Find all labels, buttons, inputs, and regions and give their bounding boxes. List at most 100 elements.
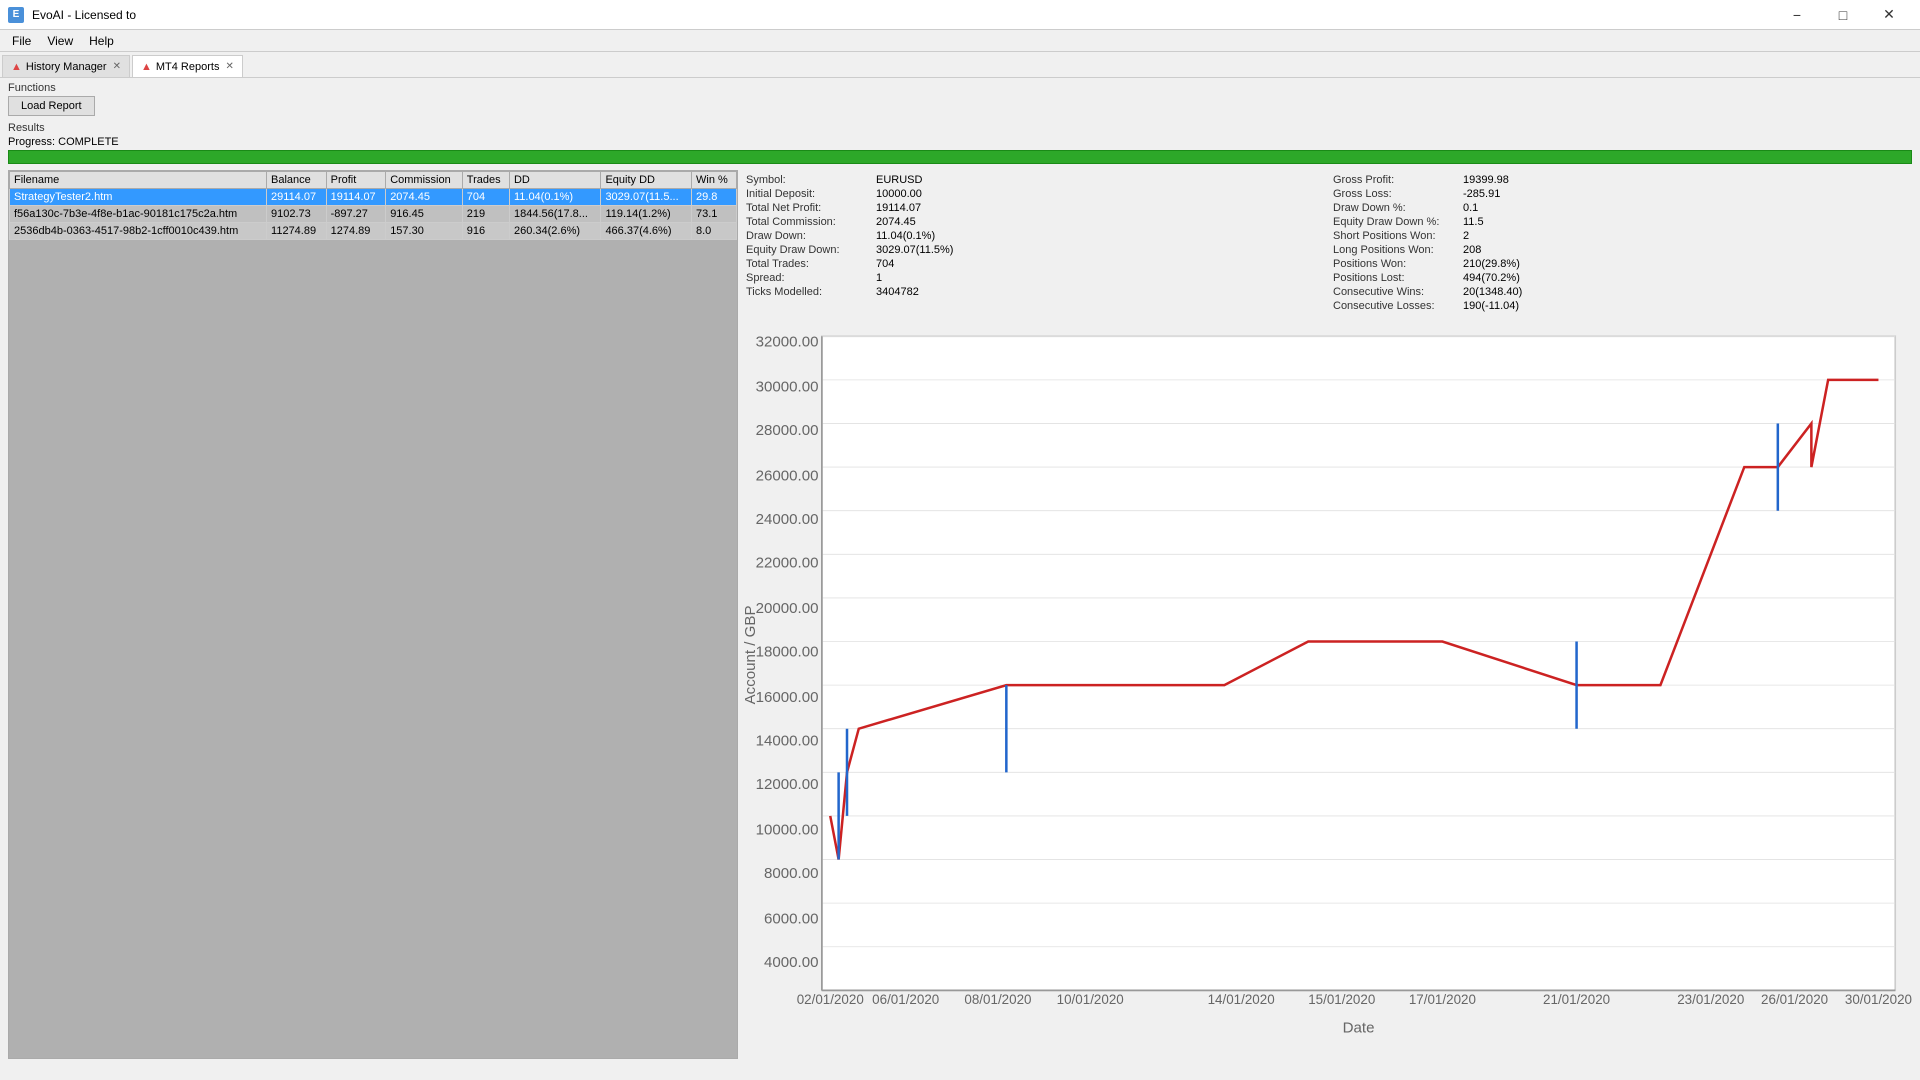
col-win-pct: Win % [692, 172, 737, 189]
table-cell: 916 [462, 223, 509, 240]
table-cell: 219 [462, 206, 509, 223]
table-cell: 704 [462, 189, 509, 206]
svg-text:4000.00: 4000.00 [764, 954, 819, 971]
close-button[interactable]: ✕ [1866, 0, 1912, 30]
stat-label: Total Trades: [746, 258, 876, 270]
svg-text:14000.00: 14000.00 [756, 732, 819, 749]
table-cell: 466.37(4.6%) [601, 223, 692, 240]
col-dd: DD [509, 172, 600, 189]
stat-row: Total Trades:704 [746, 258, 1317, 270]
svg-text:26000.00: 26000.00 [756, 468, 819, 485]
equity-chart: 32000.00 30000.00 28000.00 26000.00 2400… [738, 318, 1912, 1059]
maximize-button[interactable]: □ [1820, 0, 1866, 30]
table-row[interactable]: 2536db4b-0363-4517-98b2-1cff0010c439.htm… [10, 223, 737, 240]
table-cell: 8.0 [692, 223, 737, 240]
tab-bar: ▲ History Manager ✕ ▲ MT4 Reports ✕ [0, 52, 1920, 78]
file-table-container: Filename Balance Profit Commission Trade… [8, 170, 738, 1059]
svg-text:02/01/2020: 02/01/2020 [797, 992, 864, 1007]
menu-help[interactable]: Help [81, 32, 122, 50]
load-report-button[interactable]: Load Report [8, 96, 95, 116]
stat-row: Long Positions Won:208 [1333, 244, 1904, 256]
table-cell: 11.04(0.1%) [509, 189, 600, 206]
stat-row: Consecutive Losses:190(-11.04) [1333, 300, 1904, 312]
stat-row: Initial Deposit:10000.00 [746, 188, 1317, 200]
table-cell: f56a130c-7b3e-4f8e-b1ac-90181c175c2a.htm [10, 206, 267, 223]
stat-label: Consecutive Wins: [1333, 286, 1463, 298]
stat-value: 494(70.2%) [1463, 272, 1520, 284]
tab-mt4-reports[interactable]: ▲ MT4 Reports ✕ [132, 55, 243, 77]
stat-row: Draw Down %:0.1 [1333, 202, 1904, 214]
table-cell: StrategyTester2.htm [10, 189, 267, 206]
svg-text:23/01/2020: 23/01/2020 [1677, 992, 1744, 1007]
stat-value: 11.04(0.1%) [876, 230, 935, 242]
stat-label: Positions Won: [1333, 258, 1463, 270]
table-cell: 1844.56(17.8... [509, 206, 600, 223]
stat-label: Ticks Modelled: [746, 286, 876, 298]
svg-text:21/01/2020: 21/01/2020 [1543, 992, 1610, 1007]
stat-row: Total Net Profit:19114.07 [746, 202, 1317, 214]
title-bar: E EvoAI - Licensed to − □ ✕ [0, 0, 1920, 30]
stat-label: Symbol: [746, 174, 876, 186]
svg-text:17/01/2020: 17/01/2020 [1409, 992, 1476, 1007]
tab-history-manager[interactable]: ▲ History Manager ✕ [2, 55, 130, 77]
results-section: Results Progress: COMPLETE [8, 122, 1912, 164]
tab-history-manager-close[interactable]: ✕ [113, 61, 121, 72]
stat-label: Total Commission: [746, 216, 876, 228]
stat-label: Equity Draw Down: [746, 244, 876, 256]
stat-value: 19399.98 [1463, 174, 1509, 186]
stats-col2: Gross Profit:19399.98Gross Loss:-285.91D… [1333, 174, 1904, 314]
table-cell: 19114.07 [326, 189, 386, 206]
table-row[interactable]: f56a130c-7b3e-4f8e-b1ac-90181c175c2a.htm… [10, 206, 737, 223]
file-table: Filename Balance Profit Commission Trade… [9, 171, 737, 240]
stat-label: Draw Down: [746, 230, 876, 242]
menu-file[interactable]: File [4, 32, 39, 50]
stat-label: Long Positions Won: [1333, 244, 1463, 256]
tab-history-manager-label: History Manager [26, 61, 107, 73]
svg-text:12000.00: 12000.00 [756, 776, 819, 793]
functions-section: Functions Load Report [8, 82, 1912, 122]
stat-label: Gross Profit: [1333, 174, 1463, 186]
stat-value: 3029.07(11.5%) [876, 244, 953, 256]
window-controls: − □ ✕ [1774, 0, 1912, 30]
stat-label: Draw Down %: [1333, 202, 1463, 214]
stat-value: 0.1 [1463, 202, 1478, 214]
stats-area: Symbol:EURUSDInitial Deposit:10000.00Tot… [738, 170, 1912, 318]
stat-value: 190(-11.04) [1463, 300, 1519, 312]
progress-label: Progress: COMPLETE [8, 136, 1912, 148]
table-row[interactable]: StrategyTester2.htm29114.0719114.072074.… [10, 189, 737, 206]
stat-value: 3404782 [876, 286, 919, 298]
svg-text:6000.00: 6000.00 [764, 910, 819, 927]
stat-row: Ticks Modelled:3404782 [746, 286, 1317, 298]
table-cell: 916.45 [386, 206, 463, 223]
stat-label: Positions Lost: [1333, 272, 1463, 284]
svg-text:18000.00: 18000.00 [756, 644, 819, 661]
stat-label: Initial Deposit: [746, 188, 876, 200]
right-panel: Symbol:EURUSDInitial Deposit:10000.00Tot… [738, 170, 1912, 1059]
tab-mt4-reports-close[interactable]: ✕ [225, 61, 233, 72]
table-cell: -897.27 [326, 206, 386, 223]
stat-label: Consecutive Losses: [1333, 300, 1463, 312]
stat-row: Positions Won:210(29.8%) [1333, 258, 1904, 270]
col-commission: Commission [386, 172, 463, 189]
stat-row: Consecutive Wins:20(1348.40) [1333, 286, 1904, 298]
table-cell: 9102.73 [267, 206, 327, 223]
svg-text:14/01/2020: 14/01/2020 [1208, 992, 1275, 1007]
stat-row: Spread:1 [746, 272, 1317, 284]
stats-col1: Symbol:EURUSDInitial Deposit:10000.00Tot… [746, 174, 1317, 314]
col-trades: Trades [462, 172, 509, 189]
menu-bar: File View Help [0, 30, 1920, 52]
stat-value: 208 [1463, 244, 1481, 256]
col-profit: Profit [326, 172, 386, 189]
table-cell: 157.30 [386, 223, 463, 240]
menu-view[interactable]: View [39, 32, 81, 50]
minimize-button[interactable]: − [1774, 0, 1820, 30]
table-cell: 2536db4b-0363-4517-98b2-1cff0010c439.htm [10, 223, 267, 240]
stat-value: 20(1348.40) [1463, 286, 1522, 298]
progress-bar [8, 150, 1912, 164]
stat-label: Spread: [746, 272, 876, 284]
svg-text:8000.00: 8000.00 [764, 865, 819, 882]
stat-row: Equity Draw Down:3029.07(11.5%) [746, 244, 1317, 256]
svg-text:Account / GBP: Account / GBP [742, 605, 759, 704]
svg-text:30000.00: 30000.00 [756, 379, 819, 396]
stat-label: Total Net Profit: [746, 202, 876, 214]
